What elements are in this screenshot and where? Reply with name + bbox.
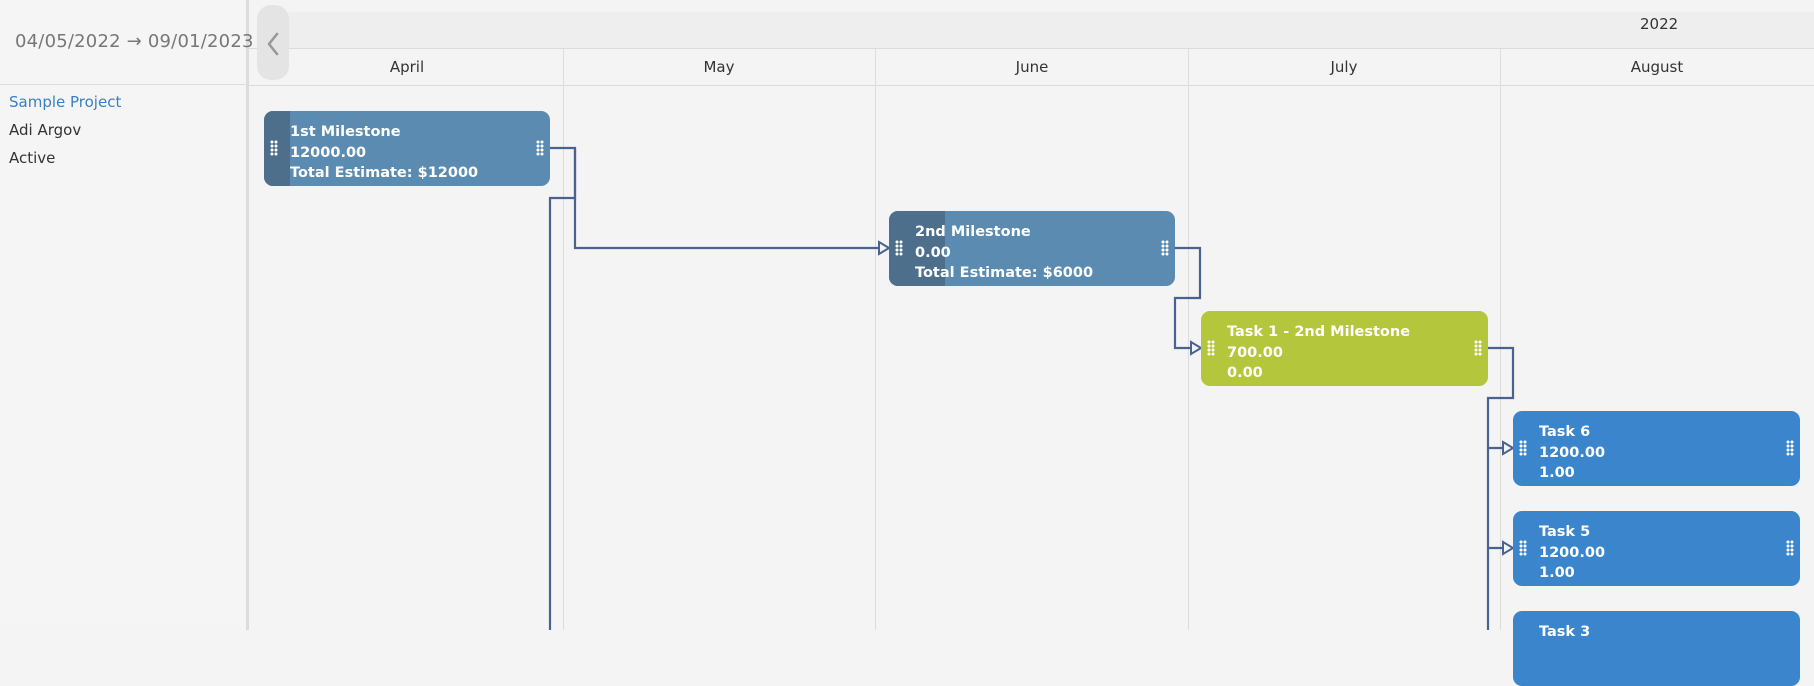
dependency-line (548, 148, 577, 630)
bar-title: Task 5 (1539, 524, 1591, 540)
bar-title: Task 1 - 2nd Milestone (1227, 324, 1411, 340)
bar-estimate: Total Estimate: $12000 (290, 165, 479, 181)
bar-value: 0.00 (915, 244, 951, 261)
drag-handle-icon[interactable] (1474, 340, 1482, 356)
gantt-bar-2nd-milestone[interactable]: 2nd Milestone 0.00 Total Estimate: $6000 (889, 211, 1175, 286)
drag-handle-icon[interactable] (1786, 440, 1794, 456)
bar-text: Task 6 1200.00 1.00 (1539, 422, 1605, 484)
drag-handle-icon[interactable] (536, 140, 544, 156)
dependency-arrow (1502, 440, 1515, 456)
drag-handle-icon[interactable] (1161, 240, 1169, 256)
gantt-bar-task-1[interactable]: Task 1 - 2nd Milestone 700.00 0.00 (1201, 311, 1488, 386)
bar-progress: 0.00 (1227, 365, 1263, 381)
bar-title: 2nd Milestone (915, 224, 1031, 240)
gantt-bar-task-3[interactable]: Task 3 (1513, 611, 1800, 686)
bar-value: 700.00 (1227, 344, 1283, 361)
gantt-bar-task-5[interactable]: Task 5 1200.00 1.00 (1513, 511, 1800, 586)
bar-title: Task 3 (1539, 624, 1591, 640)
gantt-bar-task-6[interactable]: Task 6 1200.00 1.00 (1513, 411, 1800, 486)
dependency-line (1173, 246, 1202, 350)
bar-text: Task 1 - 2nd Milestone 700.00 0.00 (1227, 322, 1410, 384)
dependency-arrow (1190, 340, 1203, 356)
dependency-arrow (1502, 540, 1515, 556)
bar-title: 1st Milestone (290, 124, 401, 140)
drag-handle-icon[interactable] (1519, 540, 1527, 556)
bar-text: 1st Milestone 12000.00 Total Estimate: $… (290, 122, 478, 184)
gantt-bar-1st-milestone[interactable]: 1st Milestone 12000.00 Total Estimate: $… (264, 111, 550, 186)
bar-value: 12000.00 (290, 144, 367, 161)
drag-handle-icon[interactable] (1519, 440, 1527, 456)
dependency-line (1486, 346, 1515, 630)
drag-handle-icon[interactable] (895, 240, 903, 256)
drag-handle-icon[interactable] (1207, 340, 1215, 356)
bar-title: Task 6 (1539, 424, 1591, 440)
drag-handle-icon[interactable] (270, 140, 278, 156)
bar-progress: 1.00 (1539, 465, 1575, 481)
bar-value: 1200.00 (1539, 444, 1606, 461)
bar-text: 2nd Milestone 0.00 Total Estimate: $6000 (915, 222, 1093, 284)
bar-text: Task 3 (1539, 622, 1590, 643)
bar-value: 1200.00 (1539, 544, 1606, 561)
dependency-arrow (878, 240, 891, 256)
bar-estimate: Total Estimate: $6000 (915, 265, 1094, 281)
dependency-line (550, 146, 880, 250)
drag-handle-icon[interactable] (1786, 540, 1794, 556)
bar-text: Task 5 1200.00 1.00 (1539, 522, 1605, 584)
bar-progress: 1.00 (1539, 565, 1575, 581)
